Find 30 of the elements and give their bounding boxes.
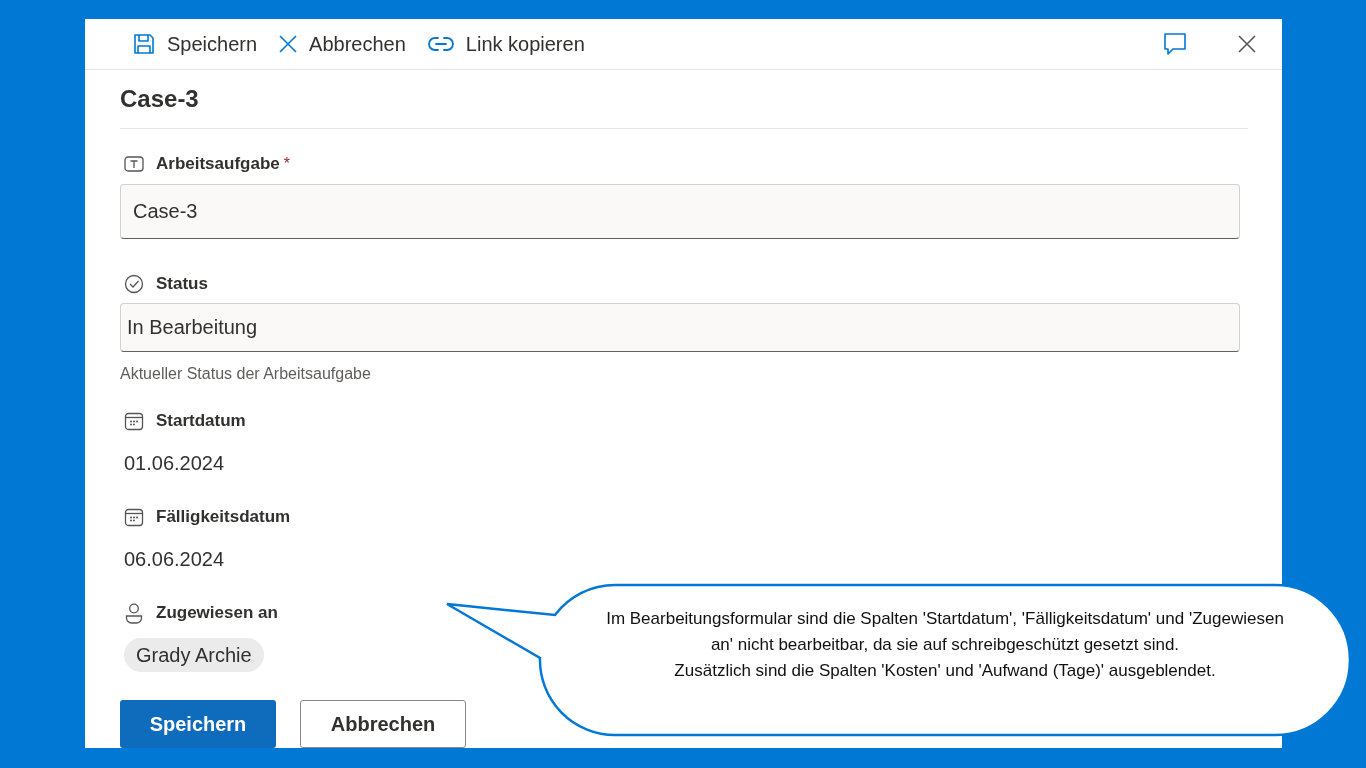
field-label: Fälligkeitsdatum xyxy=(156,506,291,529)
link-icon xyxy=(427,36,454,52)
callout-text: Im Bearbeitungsformular sind die Spalten 'Startdatum', 'Fälligkeitsdatum' und 'Zugewiesen an' nicht bearbeitbar, da sie auf schreibgeschützt gesetzt sind. xyxy=(605,608,1285,656)
comment-icon[interactable] xyxy=(1162,31,1188,57)
person-icon xyxy=(124,602,144,624)
dropdown-field[interactable]: In Bearbeitung xyxy=(120,303,1240,352)
date-value: 01.06.2024 xyxy=(123,451,225,476)
cancel-button[interactable]: Abbrechen xyxy=(300,700,466,748)
close-icon xyxy=(279,35,298,53)
close-icon[interactable] xyxy=(1238,35,1256,53)
field-label: Arbeitsaufgabe xyxy=(156,153,280,176)
text-field-icon xyxy=(124,156,144,172)
save-button[interactable]: Speichern xyxy=(133,29,258,59)
person-tag: Grady Archie xyxy=(124,638,264,672)
field-label: Zugewiesen an xyxy=(156,602,278,625)
field-label: Startdatum xyxy=(156,410,246,433)
copy-link-button[interactable]: Link kopieren xyxy=(427,29,585,59)
cancel-button[interactable]: Abbrechen xyxy=(279,29,406,59)
calendar-icon xyxy=(124,507,144,527)
calendar-icon xyxy=(124,411,144,431)
callout-text: Zusätzlich sind die Spalten 'Kosten' und 'Aufwand (Tage)' ausgeblendet. xyxy=(674,660,1216,682)
save-button[interactable]: Speichern xyxy=(120,700,276,748)
check-circle-icon xyxy=(124,274,144,294)
field-label: Status xyxy=(156,273,208,296)
field-hint: Aktueller Status der Arbeitsaufgabe xyxy=(120,364,371,384)
required-mark: * xyxy=(283,154,290,174)
text-field[interactable]: Case-3 xyxy=(120,184,1240,239)
form-title: Case-3 xyxy=(120,84,199,114)
save-icon xyxy=(133,33,155,55)
date-value: 06.06.2024 xyxy=(123,547,225,572)
